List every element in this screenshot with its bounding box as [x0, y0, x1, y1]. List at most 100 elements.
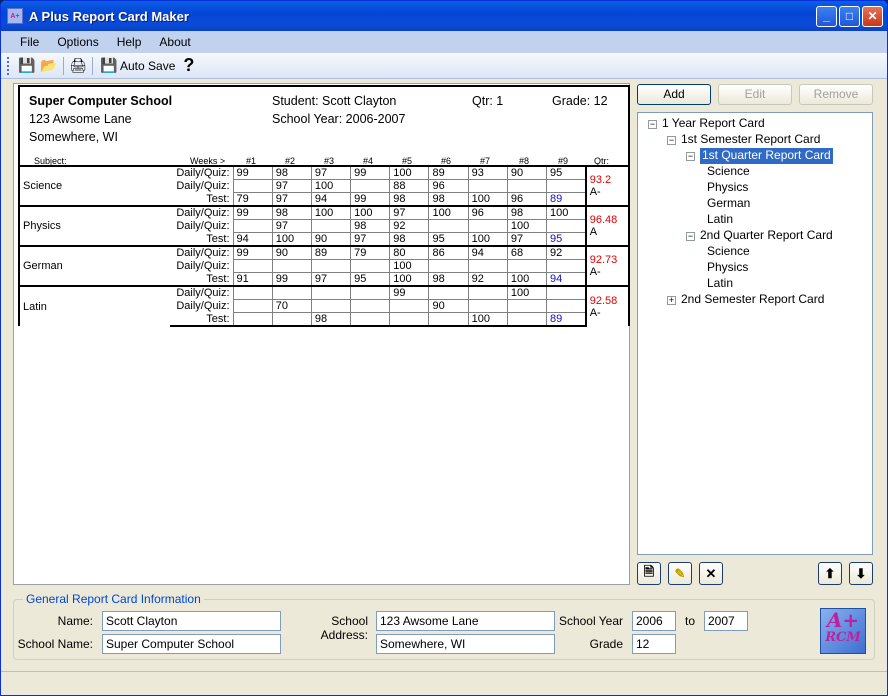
minimize-button[interactable]: _ — [816, 6, 837, 27]
collapse-icon[interactable]: − — [648, 120, 657, 129]
title-bar[interactable]: A+ A Plus Report Card Maker _ □ ✕ — [1, 1, 887, 31]
score-cell[interactable] — [506, 299, 548, 313]
move-down-icon[interactable]: ⬇ — [849, 562, 873, 585]
score-cell[interactable]: 97 — [506, 232, 548, 247]
score-cell[interactable]: 89 — [428, 165, 469, 180]
score-cell[interactable]: 100 — [271, 232, 312, 247]
score-cell[interactable]: 96 — [428, 179, 469, 193]
score-cell[interactable]: 93 — [467, 165, 508, 180]
score-cell[interactable]: 98 — [310, 312, 352, 327]
score-cell[interactable]: 91 — [232, 272, 273, 287]
score-cell[interactable] — [310, 259, 352, 273]
tree-node[interactable]: 2nd Semester Report Card — [681, 292, 824, 308]
tree-node[interactable]: Physics — [707, 180, 748, 196]
score-cell[interactable] — [546, 219, 587, 233]
tree-node[interactable]: German — [707, 196, 750, 212]
tree-node[interactable]: Science — [707, 244, 750, 260]
delete-x-icon[interactable]: ✕ — [699, 562, 723, 585]
score-cell[interactable] — [350, 259, 391, 273]
score-cell[interactable] — [232, 299, 273, 313]
score-cell[interactable]: 88 — [389, 179, 430, 193]
score-cell[interactable]: 97 — [271, 179, 312, 193]
score-cell[interactable]: 80 — [389, 245, 430, 260]
score-cell[interactable]: 98 — [506, 205, 548, 220]
score-cell[interactable]: 99 — [232, 165, 273, 180]
score-cell[interactable]: 94 — [232, 232, 273, 247]
score-cell[interactable] — [232, 259, 273, 273]
score-cell[interactable]: 100 — [546, 205, 587, 220]
help-icon[interactable]: ? — [183, 55, 194, 76]
toolbar-grip[interactable] — [7, 56, 10, 75]
score-cell[interactable]: 95 — [546, 232, 587, 247]
score-cell[interactable] — [350, 312, 391, 327]
score-cell[interactable]: 97 — [310, 272, 352, 287]
score-cell[interactable] — [350, 299, 391, 313]
score-cell[interactable]: 100 — [506, 285, 548, 300]
score-cell[interactable]: 96 — [506, 192, 548, 207]
score-cell[interactable]: 86 — [428, 245, 469, 260]
tree-node[interactable]: Physics — [707, 260, 748, 276]
edit-button[interactable]: Edit — [718, 84, 792, 105]
score-cell[interactable]: 99 — [350, 165, 391, 180]
score-cell[interactable]: 90 — [310, 232, 352, 247]
score-cell[interactable] — [467, 179, 508, 193]
score-cell[interactable]: 97 — [271, 219, 312, 233]
score-cell[interactable]: 94 — [310, 192, 352, 207]
score-cell[interactable]: 95 — [428, 232, 469, 247]
score-cell[interactable]: 98 — [271, 205, 312, 220]
expand-icon[interactable]: + — [667, 296, 676, 305]
add-button[interactable]: Add — [637, 84, 711, 105]
address-line1-field[interactable]: 123 Awsome Lane — [376, 611, 555, 631]
score-cell[interactable]: 100 — [310, 205, 352, 220]
score-cell[interactable] — [546, 179, 587, 193]
score-cell[interactable] — [350, 285, 391, 300]
score-cell[interactable]: 98 — [350, 219, 391, 233]
score-cell[interactable] — [428, 312, 469, 327]
score-cell[interactable] — [546, 259, 587, 273]
score-cell[interactable]: 89 — [546, 192, 587, 207]
tree-node[interactable]: Science — [707, 164, 750, 180]
collapse-icon[interactable]: − — [667, 136, 676, 145]
score-cell[interactable] — [271, 259, 312, 273]
menu-options[interactable]: Options — [57, 35, 98, 49]
score-cell[interactable]: 95 — [546, 165, 587, 180]
name-field[interactable]: Scott Clayton — [102, 611, 281, 631]
tree-node[interactable]: Latin — [707, 276, 733, 292]
score-cell[interactable] — [428, 285, 469, 300]
score-cell[interactable] — [350, 179, 391, 193]
autosave-button[interactable]: 💾 Auto Save — [98, 55, 175, 77]
open-folder-icon[interactable]: 📂 — [38, 55, 60, 77]
score-cell[interactable] — [546, 285, 587, 300]
score-cell[interactable]: 94 — [467, 245, 508, 260]
score-cell[interactable] — [389, 299, 430, 313]
score-cell[interactable] — [546, 299, 587, 313]
score-cell[interactable] — [467, 219, 508, 233]
score-cell[interactable]: 100 — [428, 205, 469, 220]
score-cell[interactable]: 92 — [467, 272, 508, 287]
score-cell[interactable]: 100 — [467, 312, 508, 327]
score-cell[interactable]: 68 — [506, 245, 548, 260]
score-cell[interactable] — [310, 285, 352, 300]
year-to-field[interactable]: 2007 — [704, 611, 748, 631]
score-cell[interactable]: 100 — [467, 192, 508, 207]
score-cell[interactable]: 98 — [389, 232, 430, 247]
report-card-tree[interactable]: −1 Year Report Card −1st Semester Report … — [637, 112, 873, 555]
collapse-icon[interactable]: − — [686, 232, 695, 241]
score-cell[interactable]: 99 — [232, 205, 273, 220]
score-cell[interactable] — [467, 285, 508, 300]
score-cell[interactable]: 100 — [389, 165, 430, 180]
score-cell[interactable] — [506, 312, 548, 327]
maximize-button[interactable]: □ — [839, 6, 860, 27]
score-cell[interactable]: 79 — [350, 245, 391, 260]
score-cell[interactable] — [467, 299, 508, 313]
score-cell[interactable]: 94 — [546, 272, 587, 287]
score-cell[interactable]: 100 — [389, 259, 430, 273]
save-icon[interactable]: 💾 — [16, 55, 38, 77]
collapse-icon[interactable]: − — [686, 152, 695, 161]
score-cell[interactable]: 100 — [350, 205, 391, 220]
score-cell[interactable] — [506, 179, 548, 193]
score-cell[interactable] — [271, 285, 312, 300]
score-cell[interactable]: 90 — [506, 165, 548, 180]
score-cell[interactable]: 70 — [271, 299, 312, 313]
tree-node[interactable]: 2nd Quarter Report Card — [700, 228, 833, 244]
